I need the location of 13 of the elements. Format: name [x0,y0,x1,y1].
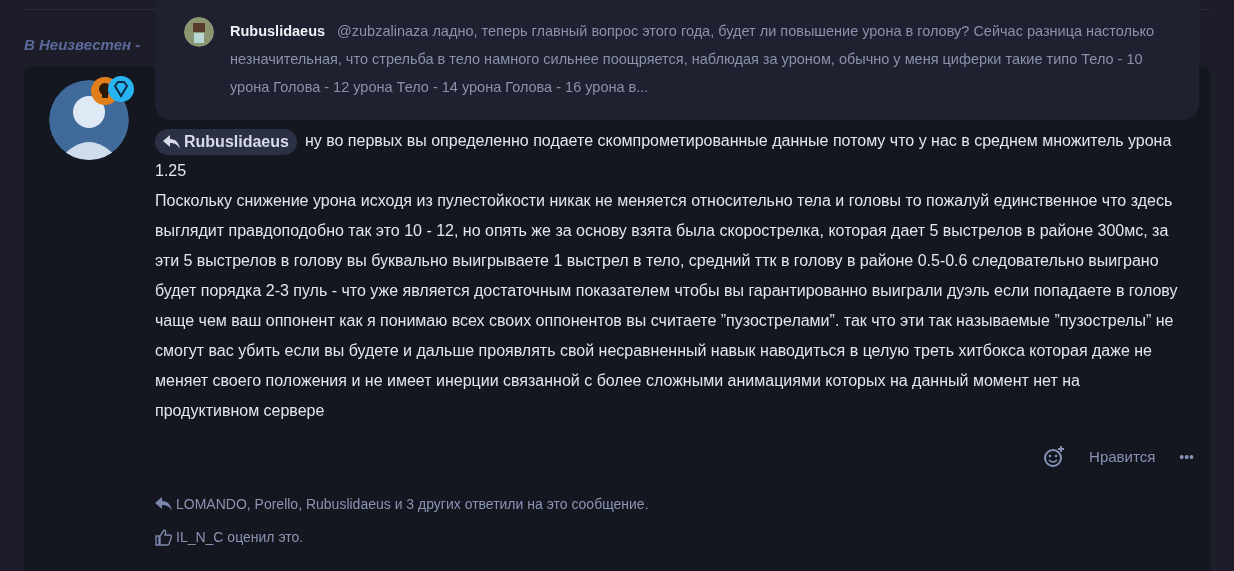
reply-icon [163,134,180,149]
gem-badge-icon [108,76,134,102]
avatar[interactable] [184,17,214,47]
replies-summary[interactable]: LOMANDO, Porello, Rubuslidaeus и 3 других ответили на это сообщение. [176,493,649,515]
likes-summary[interactable]: IL_N_C оценил это. [176,526,304,548]
like-button[interactable]: Нравится [1089,446,1156,469]
reply-to-chip[interactable]: Rubuslidaeus [155,128,297,155]
more-button[interactable]: ••• [1179,446,1194,468]
reply-icon [155,497,172,511]
add-reaction-icon[interactable] [1043,446,1066,469]
thumbs-up-icon [155,528,172,546]
post-text: Rubuslidaeus ну во первых вы определенно подаете скомпрометированные данные потому что у нас в среднем множитель урона 1.25 Поскольку снижение урона исходя из пулестойкости никак не меняется относительно тела и головы то пожалуй единственное что здесь выглядит правдоподобно так это 10 - 12, но опять же за основу взята была скорострелка, которая дает 5 выстрелов в районе 300мс, за эти 5 выстрелов в голову вы буквально выигрываете 1 выстрел в тело, средний ттк в голову в районе 0.5-0.6 следовательно выиграно будет порядка 2-3 пуль - что уже является достаточным показателем чтобы вы гарантированно выиграли дуэль если попадаете в голову чаще чем ваш оппонент как я понимаю всех своих оппонентов вы считаете ”пузострелами”. так что эти так называемые ”пузострелы” не смогут вас убить если вы будете и дальше проявлять свой несравненный навык наводиться в целую треть хитбокса которая даже не меняет своего положения и не имеет инерции связанной с более сложными анимациями которых на данный момент нет на продуктивном сервере [155,126,1186,426]
quote-text: Rubuslidaeus @zubzalinaza ладно, теперь главный вопрос этого года, будет ли повышение урона в голову? Сейчас разница настолько незначительная, что стрельба в тело намного сильнее поощряется, наблюдая за уроном, обычно у меня циферки такие типо Тело - 10 урона Голова - 12 урона Тело - 14 урона Голова - 16 урона в... [230,22,1156,97]
